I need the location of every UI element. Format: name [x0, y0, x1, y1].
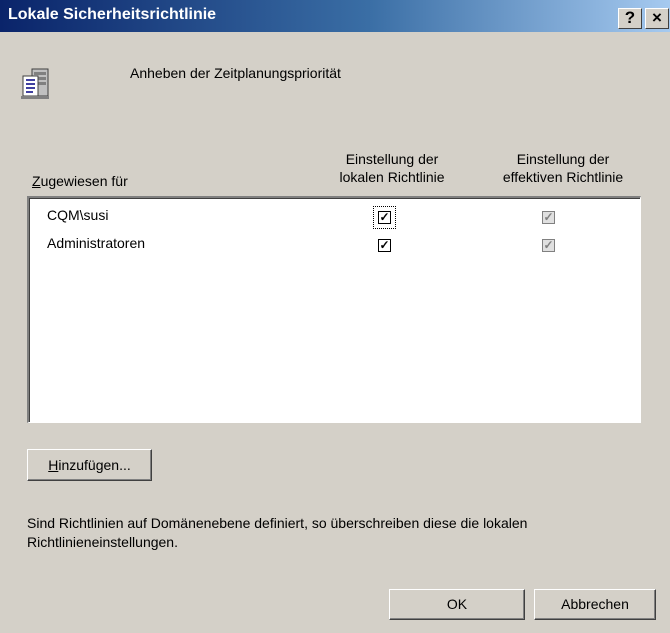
- assigned-to-header-accel: Z: [32, 173, 41, 189]
- local-setting-header-line1: Einstellung der: [345, 151, 439, 167]
- domain-policy-note: Sind Richtlinien auf Domänenebene defini…: [27, 515, 528, 550]
- policy-name: Anheben der Zeitplanungspriorität: [130, 65, 341, 81]
- add-button-label: inzufügen...: [58, 457, 131, 473]
- help-button[interactable]: ?: [618, 8, 642, 29]
- local-setting-header: Einstellung der lokalen Richtlinie: [322, 150, 462, 186]
- add-button[interactable]: Hinzufügen...: [27, 449, 152, 481]
- cancel-button[interactable]: Abbrechen: [534, 589, 656, 620]
- local-checkbox[interactable]: ✓: [378, 211, 391, 224]
- effective-setting-header-line2: effektiven Richtlinie: [502, 169, 624, 185]
- close-button[interactable]: ×: [645, 8, 669, 29]
- assigned-users-list[interactable]: CQM\susi ✓ ✓ Administratoren ✓ ✓: [27, 196, 641, 423]
- assigned-to-header: Zugewiesen für: [32, 172, 128, 190]
- effective-checkbox: ✓: [542, 238, 555, 252]
- local-setting-header-line2: lokalen Richtlinie: [339, 169, 445, 185]
- local-checkbox[interactable]: ✓: [378, 239, 391, 252]
- window-title: Lokale Sicherheitsrichtlinie: [8, 6, 217, 23]
- effective-checkbox: ✓: [542, 210, 555, 224]
- assigned-to-header-rest: ugewiesen für: [40, 173, 128, 189]
- add-button-accel: H: [48, 457, 59, 473]
- policy-server-icon: [21, 68, 49, 99]
- list-item-name: Administratoren: [47, 235, 146, 251]
- list-item-name: CQM\susi: [47, 207, 109, 223]
- list-inner: CQM\susi ✓ ✓ Administratoren ✓ ✓: [29, 198, 640, 422]
- effective-setting-header: Einstellung der effektiven Richtlinie: [493, 150, 633, 186]
- list-item[interactable]: Administratoren ✓ ✓: [30, 231, 640, 257]
- title-bar[interactable]: Lokale Sicherheitsrichtlinie ? ×: [0, 0, 670, 32]
- effective-setting-header-line1: Einstellung der: [516, 151, 610, 167]
- list-item[interactable]: CQM\susi ✓ ✓: [30, 203, 640, 229]
- security-policy-dialog: Lokale Sicherheitsrichtlinie ? × Anheben…: [0, 0, 670, 633]
- ok-button[interactable]: OK: [389, 589, 525, 620]
